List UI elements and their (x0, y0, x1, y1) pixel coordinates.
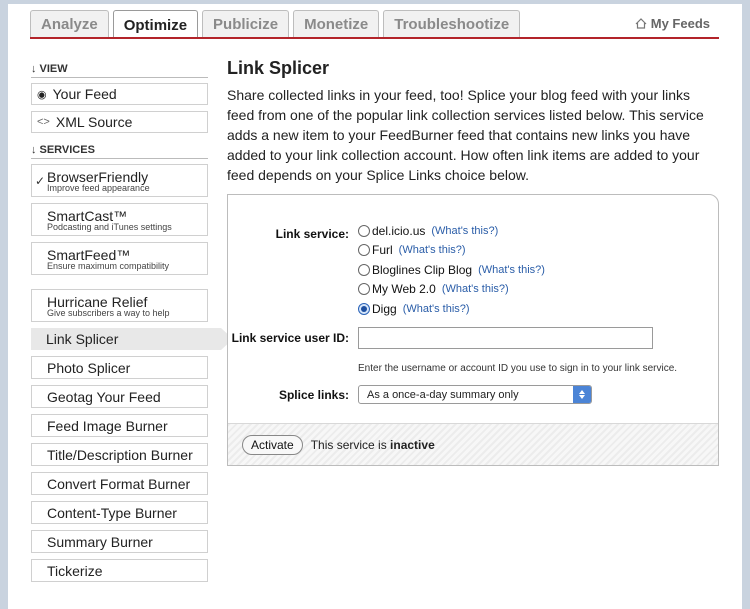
window-frame-right (742, 0, 750, 609)
form-footer: Activate This service is inactive (228, 423, 718, 465)
service-option-label: My Web 2.0 (372, 282, 436, 296)
radio-button-selected[interactable] (358, 303, 370, 315)
sidebar-item-label: Convert Format Burner (47, 475, 191, 492)
sidebar-item-summary-burner[interactable]: Summary Burner (31, 530, 208, 553)
sidebar-item-smartfeed[interactable]: SmartFeed™ Ensure maximum compatibility (31, 242, 208, 275)
sidebar-item-browserfriendly[interactable]: ✓ BrowserFriendly Improve feed appearanc… (31, 164, 208, 197)
services-header-label: SERVICES (39, 143, 95, 156)
tab-optimize[interactable]: Optimize (112, 10, 199, 39)
splice-links-select[interactable]: As a once-a-day summary only (358, 385, 592, 404)
user-id-input[interactable] (358, 327, 653, 349)
tab-monetize[interactable]: Monetize (293, 10, 380, 37)
service-option-label: Furl (372, 243, 393, 257)
user-id-label: Link service user ID: (231, 331, 349, 345)
sidebar-item-label: Tickerize (47, 562, 103, 579)
link-service-label: Link service: (275, 227, 349, 241)
sidebar-item-label: Geotag Your Feed (47, 388, 161, 405)
sidebar-item-label: Summary Burner (47, 533, 153, 550)
service-option-digg[interactable]: Digg (What's this?) (358, 302, 470, 316)
sidebar-item-sublabel: Improve feed appearance (47, 182, 150, 193)
whats-this-link[interactable]: (What's this?) (399, 244, 466, 256)
activate-button[interactable]: Activate (242, 434, 303, 455)
tab-publicize[interactable]: Publicize (202, 10, 290, 37)
sidebar-item-label: Your Feed (52, 86, 117, 102)
sidebar-item-feed-image-burner[interactable]: Feed Image Burner (31, 414, 208, 437)
service-status: This service is inactive (311, 438, 435, 452)
sidebar-item-tickerize[interactable]: Tickerize (31, 559, 208, 582)
sidebar: ↓ VIEW ◉ Your Feed <> XML Source ↓ SERVI… (31, 60, 233, 588)
whats-this-link[interactable]: (What's this?) (431, 225, 498, 237)
whats-this-link[interactable]: (What's this?) (442, 283, 509, 295)
checkmark-icon: ✓ (35, 173, 46, 188)
eye-icon: ◉ (37, 88, 47, 101)
home-icon (635, 18, 647, 29)
radio-button[interactable] (358, 225, 370, 237)
service-option-bloglines[interactable]: Bloglines Clip Blog (What's this?) (358, 263, 545, 277)
sidebar-item-hurricane-relief[interactable]: Hurricane Relief Give subscribers a way … (31, 289, 208, 322)
window-frame-top (0, 0, 750, 4)
select-arrows-icon (573, 386, 591, 403)
sidebar-item-your-feed[interactable]: ◉ Your Feed (31, 83, 208, 105)
radio-button[interactable] (358, 244, 370, 256)
sidebar-item-label: Link Splicer (46, 331, 119, 347)
sidebar-item-convert-format-burner[interactable]: Convert Format Burner (31, 472, 208, 495)
view-header-label: VIEW (39, 62, 68, 75)
view-section-header: ↓ VIEW (31, 60, 208, 78)
sidebar-item-sublabel: Give subscribers a way to help (47, 307, 170, 318)
tab-underline (30, 37, 719, 39)
arrow-down-icon: ↓ (31, 62, 37, 75)
page-title: Link Splicer (227, 58, 330, 78)
whats-this-link[interactable]: (What's this?) (478, 264, 545, 276)
code-icon: <> (37, 116, 50, 128)
sidebar-item-label: Title/Description Burner (47, 446, 193, 463)
main-content: Link Splicer Share collected links in yo… (227, 58, 719, 185)
service-option-label: Bloglines Clip Blog (372, 263, 473, 277)
splice-links-label: Splice links: (278, 388, 349, 402)
sidebar-item-geotag-your-feed[interactable]: Geotag Your Feed (31, 385, 208, 408)
services-section-header: ↓ SERVICES (31, 141, 208, 159)
sidebar-item-sublabel: Ensure maximum compatibility (47, 260, 170, 271)
service-option-my-web[interactable]: My Web 2.0 (What's this?) (358, 282, 509, 296)
sidebar-item-label: Feed Image Burner (47, 417, 168, 434)
sidebar-item-label: Photo Splicer (47, 359, 131, 376)
status-prefix: This service is (310, 437, 387, 452)
radio-button[interactable] (358, 283, 370, 295)
page-description: Share collected links in your feed, too!… (227, 87, 704, 183)
sidebar-item-label: Content-Type Burner (47, 504, 177, 521)
user-id-hint: Enter the username or account ID you use… (358, 363, 678, 374)
sidebar-item-link-splicer[interactable]: Link Splicer (31, 328, 233, 350)
splice-links-value: As a once-a-day summary only (367, 388, 519, 401)
link-splicer-form: Link service: del.icio.us (What's this?)… (227, 194, 719, 466)
tab-analyze[interactable]: Analyze (30, 10, 109, 37)
service-option-label: del.icio.us (372, 224, 426, 238)
status-value: inactive (390, 437, 435, 452)
service-option-furl[interactable]: Furl (What's this?) (358, 243, 466, 257)
service-option-label: Digg (372, 302, 397, 316)
window-frame-left (0, 0, 8, 609)
arrow-down-icon: ↓ (31, 143, 37, 156)
sidebar-item-photo-splicer[interactable]: Photo Splicer (31, 356, 208, 379)
sidebar-item-label: XML Source (55, 114, 133, 130)
my-feeds-label: My Feeds (650, 16, 710, 31)
sidebar-item-xml-source[interactable]: <> XML Source (31, 111, 208, 133)
sidebar-item-smartcast[interactable]: SmartCast™ Podcasting and iTunes setting… (31, 203, 208, 236)
main-tabs: Analyze Optimize Publicize Monetize Trou… (30, 10, 521, 39)
service-option-delicious[interactable]: del.icio.us (What's this?) (358, 224, 498, 238)
my-feeds-link[interactable]: My Feeds (635, 16, 710, 31)
whats-this-link[interactable]: (What's this?) (403, 303, 470, 315)
sidebar-item-sublabel: Podcasting and iTunes settings (47, 221, 172, 232)
tab-troubleshootize[interactable]: Troubleshootize (383, 10, 521, 37)
sidebar-item-title-description-burner[interactable]: Title/Description Burner (31, 443, 208, 466)
sidebar-item-content-type-burner[interactable]: Content-Type Burner (31, 501, 208, 524)
radio-button[interactable] (358, 264, 370, 276)
